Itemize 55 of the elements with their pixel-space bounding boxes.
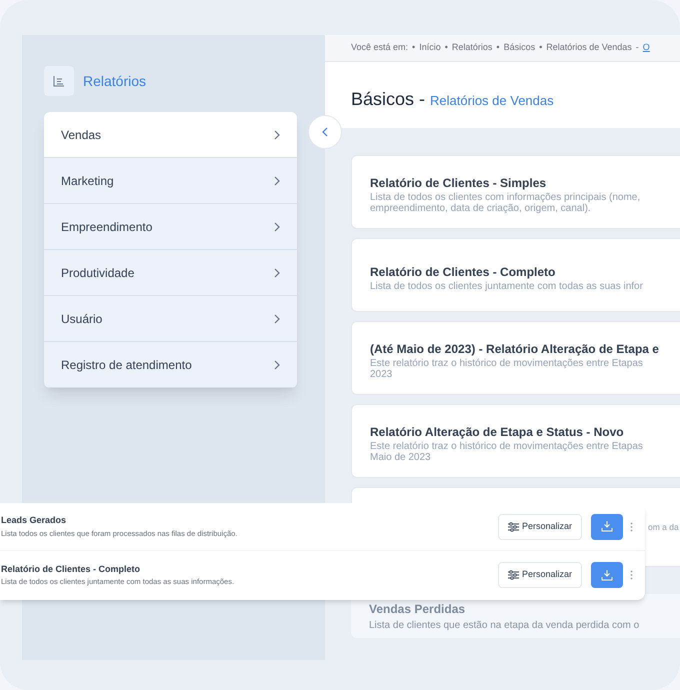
card-title: Relatório Alteração de Etapa e Status - Novo xyxy=(370,424,625,441)
breadcrumb-separator: • xyxy=(539,41,542,54)
row-title: Leads Gerados xyxy=(1,514,68,528)
breadcrumb-link[interactable]: Relatórios de Vendas xyxy=(546,41,632,55)
chevron-left-icon xyxy=(322,127,328,137)
chevron-right-icon xyxy=(274,130,280,140)
chevron-right-icon xyxy=(274,314,280,324)
breadcrumb-separator: - xyxy=(636,41,639,54)
row-title: Relatório de Clientes - Completo xyxy=(1,562,142,576)
more-icon[interactable] xyxy=(630,522,633,532)
more-icon[interactable] xyxy=(630,570,633,580)
sidebar-item[interactable]: Produtividade xyxy=(44,250,297,296)
sidebar-item[interactable]: Marketing xyxy=(44,158,297,204)
report-card[interactable]: Relatório de Clientes - Simples Lista de todos os clientes com informações principais (nome, empreendimento, data de criação, origem, canal). xyxy=(351,155,680,229)
report-card[interactable]: (Até Maio de 2023) - Relatório Alteração de Etapa e Este relatório traz o histórico de movimentações entre Etapas 2023 xyxy=(351,321,680,395)
sidebar-item[interactable]: Empreendimento xyxy=(44,204,297,250)
report-card[interactable]: Relatório de Clientes - Completo Lista de todos os clientes juntamente com todas as suas infor xyxy=(351,238,680,312)
download-icon xyxy=(601,521,613,532)
customize-button[interactable]: Personalizar xyxy=(498,562,582,588)
customize-button[interactable]: Personalizar xyxy=(498,514,582,540)
card-title: (Até Maio de 2023) - Relatório Alteração de Etapa e xyxy=(370,341,660,358)
chevron-right-icon xyxy=(274,176,280,186)
breadcrumb-separator: • xyxy=(496,41,500,54)
card-description: Lista de todos os clientes juntamente com todas as suas infor xyxy=(370,280,644,292)
card-description: Este relatório traz o histórico de movimentações entre Etapas 2023 xyxy=(370,358,644,380)
card-title: Vendas Perdidas xyxy=(369,600,466,618)
sidebar-item[interactable]: Usuário xyxy=(44,296,297,342)
card-description: Lista de clientes que estão na etapa da venda perdida com o xyxy=(369,618,640,632)
breadcrumb-link[interactable]: Relatórios xyxy=(452,41,492,55)
sliders-icon xyxy=(508,522,519,532)
card-title: Relatório de Clientes - Simples xyxy=(370,175,548,192)
sidebar-title: Relatórios xyxy=(83,72,146,90)
breadcrumb-link[interactable]: O xyxy=(642,41,650,55)
download-button[interactable] xyxy=(591,514,623,540)
breadcrumb-link[interactable]: Início xyxy=(419,41,441,55)
card-description: om a da xyxy=(648,520,679,534)
chevron-right-icon xyxy=(274,360,280,370)
page-subtitle: Relatórios de Vendas xyxy=(430,92,554,110)
card-title: Relatório de Clientes - Completo xyxy=(370,264,556,280)
card-description: Este relatório traz o histórico de movimentações entre Etapas Maio de 2023 xyxy=(370,441,644,463)
report-icon xyxy=(44,66,74,96)
card-description: Lista de todos os clientes com informações principais (nome, empreendimento, data de criação, origem, canal). xyxy=(370,192,642,214)
page-title: Básicos - xyxy=(351,88,426,111)
download-button[interactable] xyxy=(591,562,623,588)
sidebar-item[interactable]: Registro de atendimento xyxy=(44,342,297,388)
breadcrumb-label: Você está em: xyxy=(351,41,408,54)
chevron-right-icon xyxy=(274,268,280,278)
sliders-icon xyxy=(508,570,519,580)
breadcrumb-link[interactable]: Básicos xyxy=(504,41,536,55)
chevron-right-icon xyxy=(274,222,280,232)
report-card[interactable]: Relatório Alteração de Etapa e Status - Novo Este relatório traz o histórico de movimentações entre Etapas Maio de 2023 xyxy=(351,404,680,478)
download-icon xyxy=(601,570,613,580)
breadcrumb-separator: • xyxy=(444,41,448,54)
breadcrumb-separator: • xyxy=(412,41,416,54)
sidebar-item[interactable]: Vendas xyxy=(44,112,297,158)
